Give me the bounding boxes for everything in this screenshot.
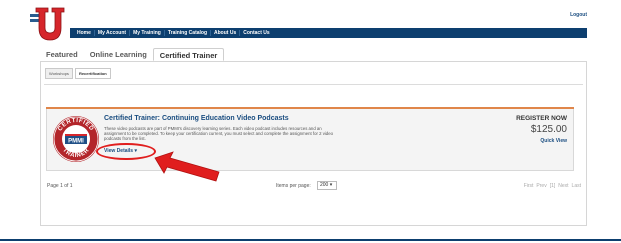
items-per-page-select[interactable]: 200 ▾ [317, 181, 337, 190]
catalog-tabs: Featured Online Learning Certified Train… [40, 48, 225, 61]
footer-line [0, 239, 621, 241]
pager-prev[interactable]: Prev [536, 183, 546, 189]
subtabs: Workshops Recertification [45, 68, 111, 79]
nav-my-account[interactable]: My Account [93, 30, 129, 36]
certified-trainer-seal-icon: CERTIFIED TRAINER PMMI [53, 116, 99, 162]
course-card: CERTIFIED TRAINER PMMI Certified Trainer… [46, 107, 574, 227]
pager-links: First Prev [1] Next Last [524, 183, 581, 189]
pager-next[interactable]: Next [558, 183, 568, 189]
pager-last[interactable]: Last [572, 183, 581, 189]
course-description: These video podcasts are part of PMMI's … [104, 126, 333, 142]
nav-my-training[interactable]: My Training [129, 30, 164, 36]
pager-first[interactable]: First [524, 183, 534, 189]
annotation-arrow-icon [154, 151, 220, 182]
nav-home[interactable]: Home [74, 30, 94, 36]
course-title-link[interactable]: Certified Trainer: Continuing Education … [104, 115, 289, 122]
pager-current: [1] [549, 183, 556, 189]
tab-certified-trainer[interactable]: Certified Trainer [152, 48, 225, 61]
nav-contact-us[interactable]: Contact Us [239, 30, 272, 36]
annotation-highlight-ellipse [96, 143, 156, 160]
logout-link[interactable]: Logout [570, 12, 587, 18]
register-now-button[interactable]: REGISTER NOW [516, 115, 567, 122]
course-card-body: CERTIFIED TRAINER PMMI Certified Trainer… [46, 109, 574, 171]
nav-training-catalog[interactable]: Training Catalog [163, 30, 210, 36]
quick-view-link[interactable]: Quick View [540, 138, 567, 144]
items-per-page-label: Items per page: [276, 183, 311, 189]
course-price: $125.00 [530, 124, 567, 135]
catalog-panel: Workshops Recertification CERTIFIED TRAI… [40, 61, 587, 226]
subtab-divider [44, 84, 583, 85]
subtab-recertification[interactable]: Recertification [74, 68, 111, 79]
page-count-label: Page 1 of 1 [47, 183, 73, 189]
pagination-bar: Page 1 of 1 Items per page: 200 ▾ First … [47, 181, 583, 191]
seal-center-text: PMMI [68, 139, 84, 145]
site-logo[interactable] [30, 6, 70, 42]
subtab-workshops[interactable]: Workshops [45, 68, 73, 79]
tab-online-learning[interactable]: Online Learning [84, 48, 153, 61]
nav-about-us[interactable]: About Us [210, 30, 239, 36]
tab-featured[interactable]: Featured [40, 48, 84, 61]
main-nav-bar: Home My Account My Training Training Cat… [70, 28, 587, 38]
